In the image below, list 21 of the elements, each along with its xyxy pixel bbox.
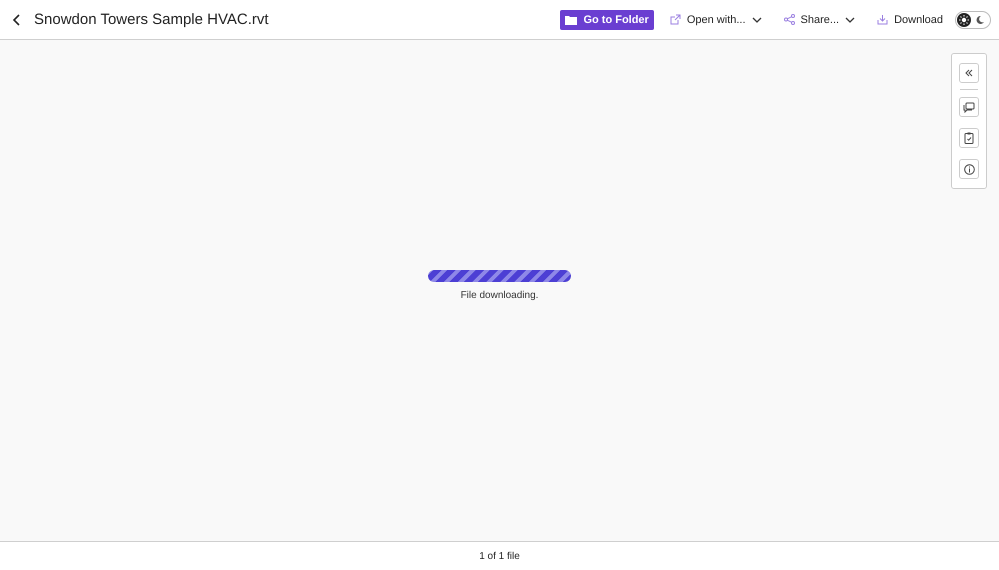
share-icon	[784, 14, 795, 25]
chevron-down-icon	[752, 16, 762, 22]
chevron-down-icon	[845, 16, 856, 22]
download-button[interactable]: Download	[871, 10, 949, 30]
download-icon	[877, 14, 888, 25]
file-title: Snowdon Towers Sample HVAC.rvt	[34, 11, 270, 28]
go-to-folder-button[interactable]: Go to Folder	[560, 10, 654, 30]
collapse-icon[interactable]	[959, 63, 979, 83]
menu-button[interactable]: Open with...	[664, 10, 768, 30]
file-count: 1 of 1 file	[479, 550, 520, 562]
clipboard-check-icon[interactable]	[959, 128, 979, 148]
folder-icon	[565, 14, 578, 24]
moon-icon	[975, 14, 985, 24]
info-icon[interactable]	[959, 159, 979, 179]
comments-icon[interactable]	[959, 97, 979, 117]
menu-button[interactable]: Share...	[778, 10, 862, 30]
chevron-left-icon	[12, 12, 22, 26]
sun-icon	[959, 14, 969, 24]
theme-toggle[interactable]	[955, 10, 991, 28]
external-link-icon	[670, 14, 681, 25]
status-message: File downloading.	[460, 290, 538, 301]
